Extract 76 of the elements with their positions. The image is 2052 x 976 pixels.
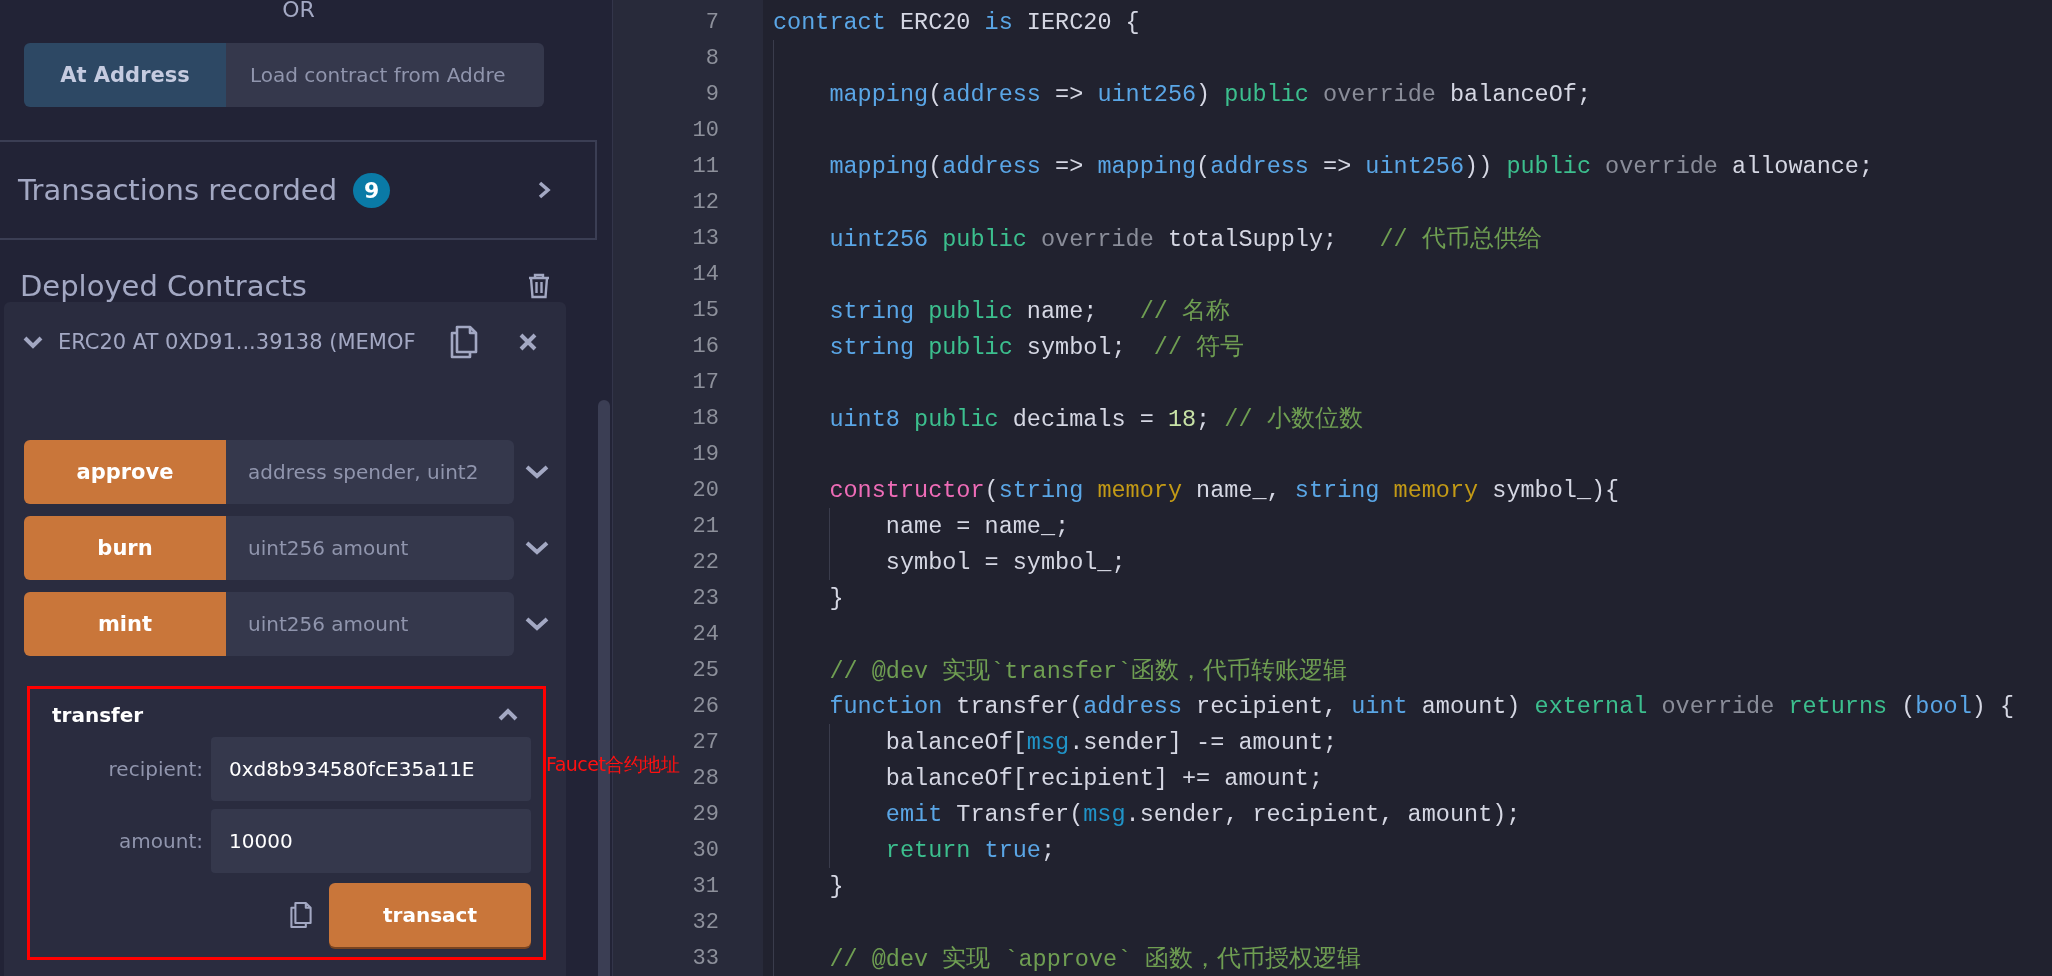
line-number: 22 — [691, 549, 719, 575]
transact-button[interactable]: transact — [329, 883, 531, 947]
function-button[interactable]: approve — [24, 440, 226, 504]
trash-icon[interactable] — [528, 273, 550, 299]
line-number: 10 — [691, 117, 719, 143]
line-number: 27 — [691, 729, 719, 755]
code-line: string public symbol; // 符号 — [828, 333, 1245, 362]
code-line: symbol = symbol_; — [884, 548, 1126, 576]
line-number: 9 — [704, 81, 719, 107]
line-number: 29 — [691, 801, 719, 827]
line-number: 18 — [691, 405, 719, 431]
copy-icon[interactable] — [449, 325, 479, 359]
line-number: 11 — [691, 153, 719, 179]
line-number: 31 — [691, 873, 719, 899]
code-line: balanceOf[recipient] += amount; — [884, 764, 1323, 792]
code-line: } — [828, 584, 844, 612]
code-line: function transfer(address recipient, uint amount) external override returns (bool) { — [828, 692, 2015, 720]
code-line: balanceOf[msg.sender] -= amount; — [884, 728, 1338, 756]
code-line: uint8 public decimals = 18; // 小数位数 — [828, 405, 1363, 434]
at-address-button[interactable]: At Address — [24, 43, 226, 107]
code-line: contract ERC20 is IERC20 { — [773, 8, 1140, 36]
line-number: 33 — [691, 945, 719, 971]
line-number: 13 — [691, 225, 719, 251]
param-label: amount: — [118, 829, 203, 853]
transactions-title: Transactions recorded — [18, 173, 338, 207]
line-number: 15 — [691, 297, 719, 323]
param-field[interactable]: 10000 — [211, 809, 531, 873]
close-icon[interactable] — [519, 333, 537, 351]
code-line: mapping(address => uint256) public override balanceOf; — [828, 80, 1591, 108]
count-badge: 9 — [353, 172, 391, 208]
code-line: } — [828, 872, 844, 900]
function-button[interactable]: burn — [24, 516, 226, 580]
line-number: 19 — [691, 441, 719, 467]
code-line: // @dev 实现 `approve` 函数，代币授权逻辑 — [828, 945, 1362, 974]
code-line: // @dev 实现`transfer`函数，代币转账逻辑 — [828, 657, 1348, 686]
chevron-down-icon[interactable] — [524, 540, 550, 556]
line-number: 26 — [691, 693, 719, 719]
line-number: 21 — [691, 513, 719, 539]
line-number: 7 — [704, 9, 719, 35]
line-number: 24 — [691, 621, 719, 647]
code-line: constructor(string memory name_, string memory symbol_){ — [828, 476, 1620, 504]
line-number: 12 — [691, 189, 719, 215]
code-line: uint256 public override totalSupply; // 代币总供给 — [828, 225, 1542, 254]
argument-field[interactable]: uint256 amount — [226, 516, 514, 580]
line-number: 23 — [691, 585, 719, 611]
annotation-label: Faucet合约地址 — [546, 752, 680, 777]
line-number: 25 — [691, 657, 719, 683]
line-number: 30 — [691, 837, 719, 863]
line-number: 32 — [691, 909, 719, 935]
line-number: 16 — [691, 333, 719, 359]
chevron-down-icon[interactable] — [524, 464, 550, 480]
line-number: 8 — [704, 45, 719, 71]
param-field[interactable]: 0xd8b934580fcE35a11E — [211, 737, 531, 801]
code-line: return true; — [884, 836, 1056, 864]
argument-field[interactable]: uint256 amount — [226, 592, 514, 656]
function-button[interactable]: mint — [24, 592, 226, 656]
section-title: Deployed Contracts — [20, 269, 307, 303]
chevron-down-icon[interactable] — [524, 616, 550, 632]
code-line: string public name; // 名称 — [828, 297, 1230, 326]
chevron-down-icon[interactable] — [22, 335, 44, 349]
line-number: 17 — [691, 369, 719, 395]
chevron-up-icon[interactable] — [497, 708, 519, 722]
line-number: 14 — [691, 261, 719, 287]
transactions-panel[interactable]: Transactions recorded 9 — [0, 140, 597, 240]
function-title: transfer — [52, 703, 144, 727]
code-line: mapping(address => mapping(address => uint256)) public override allowance; — [828, 152, 1874, 180]
line-number: 20 — [691, 477, 719, 503]
or-label: OR — [281, 0, 316, 24]
param-label: recipient: — [107, 757, 203, 781]
code-line: emit Transfer(msg.sender, recipient, amount); — [884, 800, 1521, 828]
copy-icon[interactable] — [289, 901, 313, 929]
chevron-right-icon[interactable] — [537, 180, 551, 200]
code-line: name = name_; — [884, 512, 1070, 540]
argument-field[interactable]: address spender, uint2 — [226, 440, 514, 504]
contract-title: ERC20 AT 0XD91...39138 (MEMOF — [58, 330, 417, 354]
address-field[interactable]: Load contract from Addre — [226, 43, 544, 107]
